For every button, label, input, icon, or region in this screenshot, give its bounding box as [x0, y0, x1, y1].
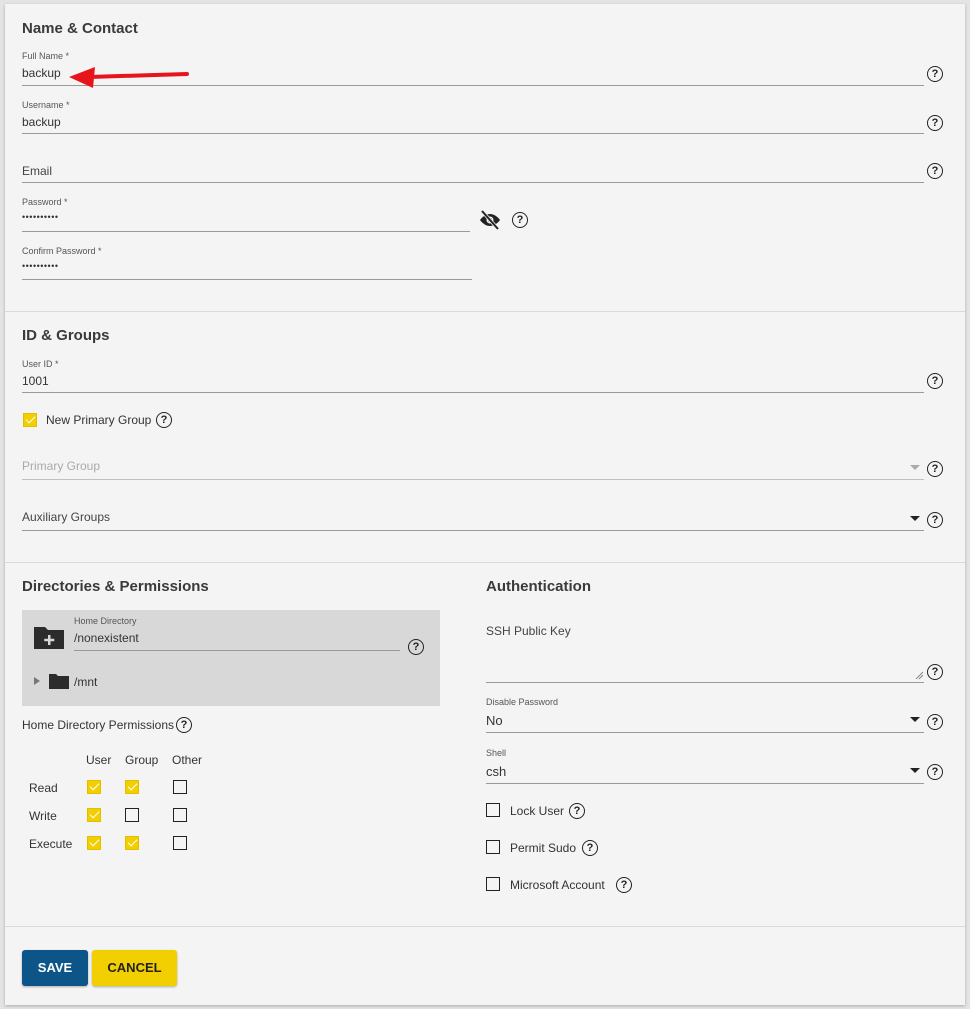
- tree-item-mnt[interactable]: /mnt: [74, 675, 97, 689]
- help-icon[interactable]: ?: [512, 212, 528, 228]
- primary-group-select[interactable]: Primary Group: [22, 459, 100, 473]
- help-icon[interactable]: ?: [927, 714, 943, 730]
- perm-col-group: Group: [125, 753, 159, 767]
- perm-user-write-checkbox[interactable]: [87, 808, 101, 822]
- section-divider: [5, 562, 965, 563]
- microsoft-account-checkbox[interactable]: [486, 877, 500, 891]
- help-icon[interactable]: ?: [927, 66, 943, 82]
- auxiliary-groups-underline: [22, 530, 924, 531]
- perm-col-other: Other: [172, 753, 203, 767]
- help-icon[interactable]: ?: [927, 512, 943, 528]
- password-label: Password *: [22, 197, 68, 207]
- section-title-id-groups: ID & Groups: [22, 327, 110, 344]
- help-icon[interactable]: ?: [569, 803, 585, 819]
- perm-row-write: Write: [29, 809, 57, 823]
- perm-group-write-checkbox[interactable]: [125, 808, 139, 822]
- ssh-public-key-underline: [486, 682, 924, 683]
- expand-arrow-icon[interactable]: [34, 677, 40, 685]
- password-field[interactable]: ••••••••••: [22, 212, 59, 222]
- help-icon[interactable]: ?: [927, 373, 943, 389]
- help-icon[interactable]: ?: [927, 461, 943, 477]
- chevron-down-icon[interactable]: [910, 516, 920, 521]
- cancel-button[interactable]: CANCEL: [92, 950, 177, 986]
- help-icon[interactable]: ?: [927, 163, 943, 179]
- home-directory-underline: [74, 650, 400, 651]
- user-id-label: User ID *: [22, 359, 59, 369]
- red-arrow-annotation-icon: [69, 67, 189, 88]
- email-underline: [22, 182, 924, 183]
- username-underline: [22, 133, 924, 134]
- help-icon[interactable]: ?: [582, 840, 598, 856]
- password-underline: [22, 231, 470, 232]
- chevron-down-icon[interactable]: [910, 717, 920, 722]
- perm-other-execute-checkbox[interactable]: [173, 836, 187, 850]
- disable-password-label: Disable Password: [486, 697, 559, 707]
- resize-handle-icon[interactable]: [915, 671, 924, 680]
- new-primary-group-label: New Primary Group: [46, 413, 152, 427]
- perm-row-read: Read: [29, 781, 58, 795]
- confirm-password-label: Confirm Password *: [22, 246, 102, 256]
- confirm-password-field[interactable]: ••••••••••: [22, 261, 59, 271]
- disable-password-select[interactable]: No: [486, 713, 503, 728]
- home-directory-label: Home Directory: [74, 616, 137, 626]
- shell-underline: [486, 783, 924, 784]
- full-name-label: Full Name *: [22, 51, 70, 61]
- create-folder-icon[interactable]: [33, 624, 65, 650]
- home-directory-explorer: Home Directory /nonexistent ? /mnt: [22, 610, 440, 706]
- lock-user-label: Lock User: [510, 804, 565, 818]
- primary-group-underline: [22, 479, 924, 480]
- auxiliary-groups-select[interactable]: Auxiliary Groups: [22, 510, 110, 524]
- disable-password-underline: [486, 732, 924, 733]
- visibility-off-icon[interactable]: [478, 210, 502, 230]
- section-divider: [5, 311, 965, 312]
- chevron-down-icon[interactable]: [910, 768, 920, 773]
- ssh-public-key-field[interactable]: [486, 642, 924, 682]
- perm-group-execute-checkbox[interactable]: [125, 836, 139, 850]
- shell-label: Shell: [486, 748, 507, 758]
- user-id-field[interactable]: 1001: [22, 374, 49, 388]
- section-divider: [5, 926, 965, 927]
- permit-sudo-label: Permit Sudo: [510, 841, 577, 855]
- username-field[interactable]: backup: [22, 115, 61, 129]
- full-name-field[interactable]: backup: [22, 66, 61, 80]
- perm-other-read-checkbox[interactable]: [173, 780, 187, 794]
- perm-col-user: User: [86, 753, 112, 767]
- perm-other-write-checkbox[interactable]: [173, 808, 187, 822]
- home-directory-permissions-label: Home Directory Permissions: [22, 718, 175, 732]
- help-icon[interactable]: ?: [156, 412, 172, 428]
- home-directory-field[interactable]: /nonexistent: [74, 631, 139, 645]
- lock-user-checkbox[interactable]: [486, 803, 500, 817]
- section-title-authentication: Authentication: [486, 578, 591, 595]
- shell-select[interactable]: csh: [486, 764, 506, 779]
- help-icon[interactable]: ?: [408, 639, 424, 655]
- folder-icon: [49, 674, 69, 689]
- microsoft-account-label: Microsoft Account: [510, 878, 605, 892]
- save-button[interactable]: SAVE: [22, 950, 88, 986]
- help-icon[interactable]: ?: [176, 717, 192, 733]
- help-icon[interactable]: ?: [927, 764, 943, 780]
- user-form-card: Name & Contact Full Name * backup ? User…: [5, 4, 965, 1005]
- user-id-underline: [22, 392, 924, 393]
- username-label: Username *: [22, 100, 70, 110]
- chevron-down-icon[interactable]: [910, 465, 920, 470]
- confirm-password-underline: [22, 279, 472, 280]
- section-title-name-contact: Name & Contact: [22, 20, 138, 37]
- help-icon[interactable]: ?: [927, 115, 943, 131]
- section-title-directories: Directories & Permissions: [22, 578, 209, 595]
- perm-group-read-checkbox[interactable]: [125, 780, 139, 794]
- new-primary-group-checkbox[interactable]: [23, 413, 37, 427]
- permit-sudo-checkbox[interactable]: [486, 840, 500, 854]
- help-icon[interactable]: ?: [616, 877, 632, 893]
- ssh-public-key-label: SSH Public Key: [486, 624, 571, 638]
- perm-row-execute: Execute: [29, 837, 73, 851]
- perm-user-execute-checkbox[interactable]: [87, 836, 101, 850]
- email-field[interactable]: Email: [22, 164, 52, 178]
- help-icon[interactable]: ?: [927, 664, 943, 680]
- perm-user-read-checkbox[interactable]: [87, 780, 101, 794]
